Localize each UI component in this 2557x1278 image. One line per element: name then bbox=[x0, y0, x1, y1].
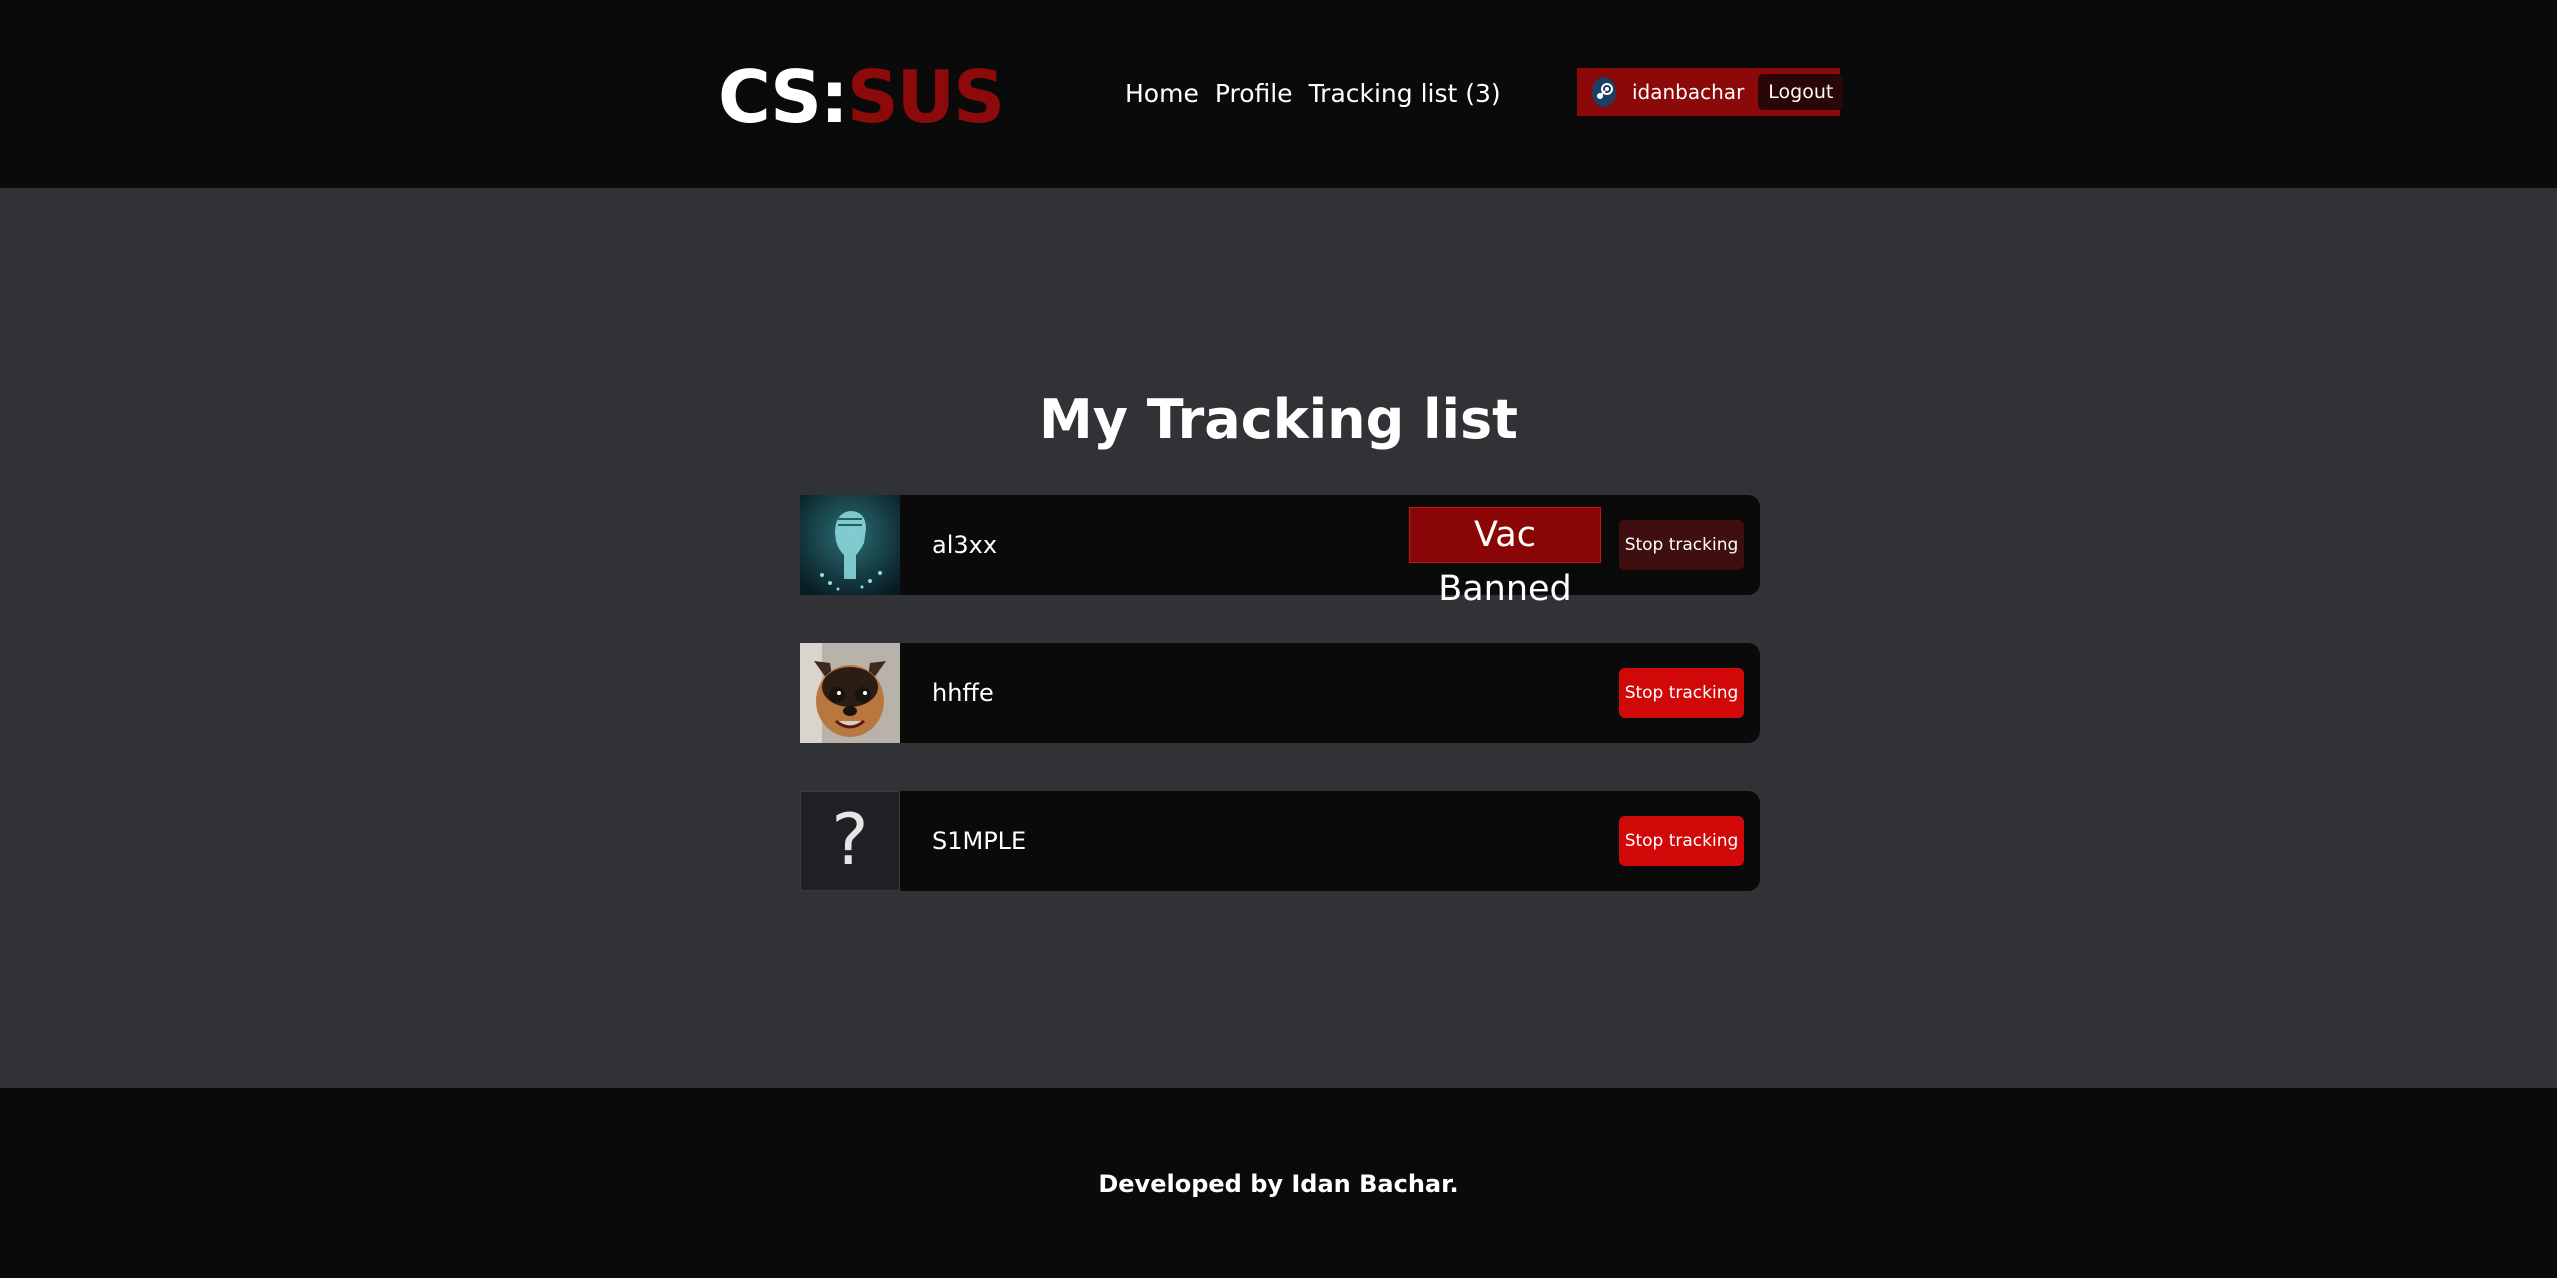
question-mark-avatar: ? bbox=[800, 791, 900, 891]
top-header: CS:SUS Home Profile Tracking list (3) id… bbox=[0, 0, 2557, 188]
page-footer: Developed by Idan Bachar. bbox=[0, 1088, 2557, 1278]
logout-button[interactable]: Logout bbox=[1758, 74, 1844, 110]
user-box: idanbachar Logout bbox=[1577, 68, 1844, 116]
player-card-hhffe: hhffe Stop tracking bbox=[800, 643, 1760, 743]
fist-avatar bbox=[800, 495, 900, 595]
player-name[interactable]: al3xx bbox=[932, 525, 997, 565]
player-name[interactable]: S1MPLE bbox=[932, 821, 1026, 861]
vac-banned-badge: Vac Banned bbox=[1409, 507, 1601, 609]
footer-credit: Developed by Idan Bachar. bbox=[1098, 1170, 1459, 1198]
logo-text-cs: CS: bbox=[718, 55, 849, 139]
stop-tracking-button[interactable]: Stop tracking bbox=[1619, 668, 1744, 718]
dog-avatar bbox=[800, 643, 900, 743]
stop-tracking-button[interactable]: Stop tracking bbox=[1619, 520, 1744, 570]
main-nav: Home Profile Tracking list (3) bbox=[1125, 72, 1501, 116]
stop-tracking-button[interactable]: Stop tracking bbox=[1619, 816, 1744, 866]
nav-tracking-list-link[interactable]: Tracking list (3) bbox=[1309, 72, 1501, 116]
nav-profile-link[interactable]: Profile bbox=[1215, 72, 1293, 116]
logo-text-sus: SUS bbox=[846, 55, 1005, 139]
steam-icon bbox=[1592, 77, 1616, 107]
player-name[interactable]: hhffe bbox=[932, 673, 994, 713]
site-logo[interactable]: CS:SUS bbox=[718, 52, 1005, 142]
player-card-s1mple: ? S1MPLE Stop tracking bbox=[800, 791, 1760, 891]
page-title: My Tracking list bbox=[1038, 388, 1518, 451]
username: idanbachar bbox=[1632, 80, 1745, 104]
question-mark-icon: ? bbox=[831, 799, 869, 881]
player-card-al3xx: al3xx Vac Banned Stop tracking bbox=[800, 495, 1760, 609]
nav-home-link[interactable]: Home bbox=[1125, 72, 1199, 116]
